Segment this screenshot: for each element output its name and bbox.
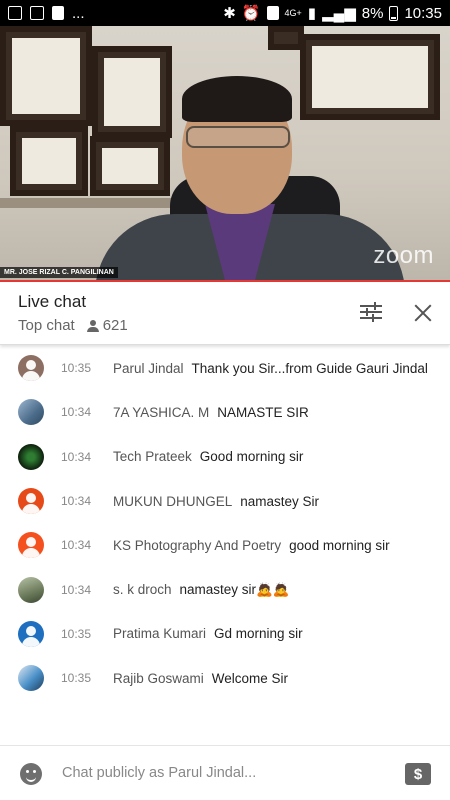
sim-notification-icon [52, 6, 64, 20]
message-text: Welcome Sir [211, 670, 289, 686]
avatar[interactable] [18, 665, 44, 692]
chat-message[interactable]: 10:34 KS Photography And Poetry good mor… [0, 523, 450, 567]
app-notification-icon [8, 6, 22, 20]
avatar[interactable] [18, 620, 44, 647]
system-icons: ✱ ⏰ 4G+ ▮ ▂▄▆ 8% 10:35 [223, 4, 442, 23]
chat-title: Live chat [18, 292, 87, 311]
message-author[interactable]: 7A YASHICA. M [113, 405, 209, 420]
emoji-icon[interactable] [20, 763, 42, 785]
more-notifications-indicator: ... [72, 4, 85, 22]
message-author[interactable]: Tech Prateek [113, 449, 192, 464]
message-text: Thank you Sir...from Guide Gauri Jindal [191, 360, 428, 376]
notification-icons: ... [8, 5, 223, 22]
battery-percent: 8% [361, 4, 384, 22]
message-time: 10:34 [61, 582, 92, 597]
network-type: 4G+ [284, 8, 302, 18]
chat-message[interactable]: 10:34 MUKUN DHUNGEL namastey Sir [0, 479, 450, 523]
super-chat-icon[interactable]: $ [405, 763, 431, 785]
chat-message[interactable]: 10:34 7A YASHICA. M NAMASTE SIR [0, 390, 450, 434]
battery-icon [389, 5, 399, 21]
message-text: NAMASTE SIR [217, 404, 309, 420]
presenter-glasses [186, 126, 290, 148]
wall-frame [300, 34, 440, 120]
message-author[interactable]: KS Photography And Poetry [113, 538, 281, 553]
viewer-count: 621 [86, 317, 128, 334]
avatar[interactable] [18, 532, 44, 559]
message-author[interactable]: Rajib Goswami [113, 671, 204, 686]
chat-message[interactable]: 10:35 Pratima Kumari Gd morning sir [0, 612, 450, 656]
shelf [0, 198, 180, 208]
chat-input-field[interactable]: Chat publicly as Parul Jindal... [62, 765, 256, 781]
chat-mode-label[interactable]: Top chat [18, 317, 75, 334]
wall-frame [10, 126, 88, 196]
clock: 10:35 [404, 4, 442, 22]
video-player[interactable]: zoom MR. JOSE RIZAL C. PANGILINAN [0, 26, 450, 280]
message-time: 10:34 [61, 405, 92, 420]
message-text: namastey Sir [240, 493, 320, 509]
message-time: 10:35 [61, 626, 92, 641]
close-chat-icon[interactable] [412, 302, 434, 324]
wall-frame [92, 46, 172, 138]
message-author[interactable]: MUKUN DHUNGEL [113, 494, 232, 509]
bluetooth-icon: ✱ [223, 5, 236, 22]
avatar[interactable] [18, 576, 44, 603]
alarm-icon: ⏰ [241, 5, 261, 22]
message-time: 10:34 [61, 538, 92, 553]
chat-message-list[interactable]: 10:35 Parul Jindal Thank you Sir...from … [0, 346, 450, 700]
chat-message[interactable]: 10:35 Parul Jindal Thank you Sir...from … [0, 346, 450, 390]
presenter-hair [182, 76, 292, 122]
signal-strength-icon: ▂▄▆ [322, 5, 356, 22]
message-text: Gd morning sir [214, 626, 303, 642]
message-author[interactable]: s. k droch [113, 582, 172, 597]
avatar[interactable] [18, 399, 44, 426]
message-time: 10:35 [61, 361, 92, 376]
message-text: good morning sir [289, 537, 390, 553]
chat-message[interactable]: 10:34 s. k droch namastey sir🙇🙇 [0, 567, 450, 611]
message-author[interactable]: Parul Jindal [113, 361, 184, 376]
wall-frame [0, 26, 92, 126]
message-author[interactable]: Pratima Kumari [113, 626, 206, 641]
message-time: 10:35 [61, 671, 92, 686]
sim-icon [266, 6, 279, 20]
avatar[interactable] [18, 488, 44, 515]
message-time: 10:34 [61, 494, 92, 509]
live-chat-header: Live chat Top chat 621 [0, 282, 450, 345]
status-bar: ... ✱ ⏰ 4G+ ▮ ▂▄▆ 8% 10:35 [0, 0, 450, 26]
chat-input-bar: Chat publicly as Parul Jindal... $ [0, 745, 450, 800]
chat-mode-selector[interactable]: Top chat 621 [18, 317, 128, 334]
wall-frame [268, 26, 304, 50]
zoom-watermark: zoom [373, 242, 434, 269]
avatar[interactable] [18, 355, 44, 382]
chat-settings-icon[interactable] [360, 302, 382, 322]
viewer-count-value: 621 [102, 317, 128, 334]
avatar[interactable] [18, 443, 44, 470]
presenter-name-tag: MR. JOSE RIZAL C. PANGILINAN [0, 267, 118, 278]
signal-icon: ▮ [307, 5, 317, 22]
chat-message[interactable]: 10:35 Rajib Goswami Welcome Sir [0, 656, 450, 700]
message-text: Good morning sir [199, 449, 304, 465]
image-notification-icon [30, 6, 44, 20]
chat-message[interactable]: 10:34 Tech Prateek Good morning sir [0, 435, 450, 479]
wall-frame [90, 136, 170, 196]
message-text: namastey sir🙇🙇 [179, 581, 290, 597]
message-time: 10:34 [61, 449, 92, 464]
person-icon [86, 319, 99, 332]
